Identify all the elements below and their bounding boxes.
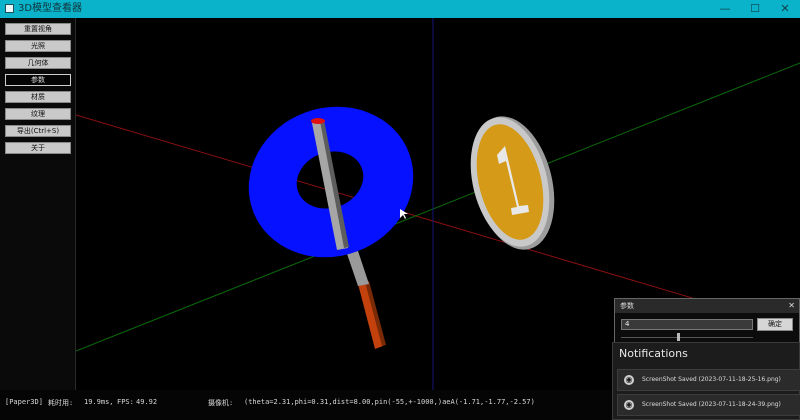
parameter-slider-track[interactable] — [621, 337, 753, 338]
geometry-button[interactable]: 几何体 — [5, 57, 71, 69]
notifications-panel: Notifications ◉ ScreenShot Saved (2023-0… — [612, 342, 800, 420]
gold-coin — [470, 116, 555, 250]
frame-time-value: 19.9ms, — [84, 398, 114, 406]
parameter-panel: 参数 ✕ 4 确定 — [614, 298, 800, 346]
camera-value: (theta=2.31,phi=0.31,dist=8.00,pin(-55,+… — [244, 398, 535, 406]
parameters-button[interactable]: 参数 — [5, 74, 71, 86]
material-button[interactable]: 材质 — [5, 91, 71, 103]
render-mode-label: [Paper3D] — [5, 398, 43, 406]
parameter-input[interactable]: 4 — [621, 319, 753, 330]
about-button[interactable]: 关于 — [5, 142, 71, 154]
notification-item[interactable]: ◉ ScreenShot Saved (2023-07-11-18-25-16.… — [617, 369, 800, 391]
apply-button[interactable]: 确定 — [757, 318, 793, 331]
minimize-button[interactable]: — — [710, 0, 740, 18]
notification-text: ScreenShot Saved (2023-07-11-18-25-16.pn… — [642, 376, 781, 383]
texture-button[interactable]: 纹理 — [5, 108, 71, 120]
reset-view-button[interactable]: 重置视角 — [5, 23, 71, 35]
camera-icon: ◉ — [624, 400, 634, 410]
app-icon — [5, 4, 14, 13]
export-button[interactable]: 导出(Ctrl+S) — [5, 125, 71, 137]
maximize-button[interactable]: ☐ — [740, 0, 770, 18]
fps-value: 49.92 — [136, 398, 158, 406]
title-bar: 3D模型查看器 — ☐ ✕ — [0, 0, 800, 18]
fps-label: FPS: — [117, 398, 134, 406]
close-button[interactable]: ✕ — [770, 0, 800, 18]
window-title: 3D模型查看器 — [18, 3, 83, 14]
camera-icon: ◉ — [624, 375, 634, 385]
panel-close-icon[interactable]: ✕ — [788, 299, 795, 313]
panel-title: 参数 — [620, 302, 634, 310]
lighting-button[interactable]: 光照 — [5, 40, 71, 52]
notifications-title: Notifications — [619, 347, 688, 360]
parameter-slider-handle[interactable] — [676, 333, 680, 341]
tool-sidebar: 重置视角 光照 几何体 参数 材质 纹理 导出(Ctrl+S) 关于 — [0, 18, 76, 390]
rod-red-tip — [311, 118, 325, 124]
notification-text: ScreenShot Saved (2023-07-11-18-24-39.pn… — [642, 401, 781, 408]
notification-item[interactable]: ◉ ScreenShot Saved (2023-07-11-18-24-39.… — [617, 394, 800, 416]
camera-label: 摄像机: — [208, 399, 234, 407]
frame-time-label: 耗时用: — [48, 399, 74, 407]
panel-header: 参数 — [615, 299, 799, 313]
